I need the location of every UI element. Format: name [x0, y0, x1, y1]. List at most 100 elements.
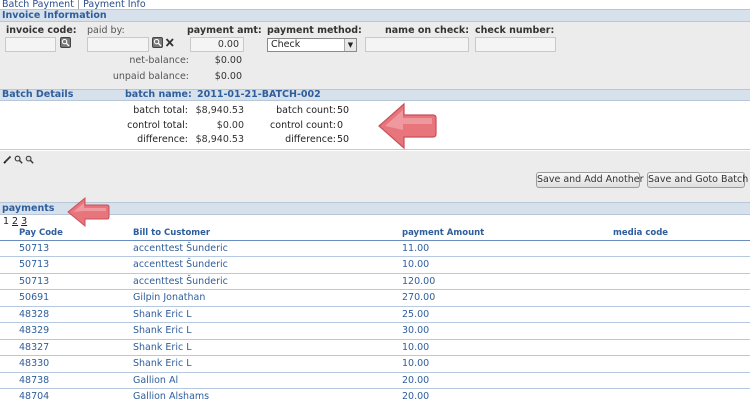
table-row[interactable]: 48330 Shank Eric L 10.00 — [0, 355, 750, 373]
customer-cell: Gilpin Jonathan — [133, 289, 402, 307]
col-payment-amount[interactable]: payment Amount — [402, 227, 613, 241]
count-difference-value: 50 — [337, 134, 350, 145]
amount-cell: 270.00 — [402, 289, 613, 307]
control-total-label: control total: — [127, 120, 188, 131]
save-and-goto-batch-button[interactable]: Save and Goto Batch — [647, 172, 748, 188]
annotation-arrow-icon — [378, 102, 437, 150]
net-balance-value: $0.00 — [214, 55, 242, 66]
table-row[interactable]: 48329 Shank Eric L 30.00 — [0, 322, 750, 340]
dropdown-arrow-icon[interactable]: ▼ — [344, 39, 356, 51]
clear-icon[interactable] — [165, 37, 175, 48]
control-count-value: 0 — [337, 120, 344, 131]
batch-panel: batch total: $8,940.53 batch count: 50 c… — [0, 101, 750, 150]
batch-details-header: Batch Details batch name: 2011-01-21-BAT… — [0, 89, 750, 101]
table-row[interactable]: 50713 accenttest Šunderic 10.00 — [0, 256, 750, 274]
media-cell — [613, 322, 750, 340]
edit-pencil-icon[interactable] — [3, 155, 12, 164]
batch-details-title: Batch Details — [2, 89, 74, 100]
media-cell — [613, 240, 750, 257]
table-header-row: Pay Code Bill to Customer payment Amount… — [0, 227, 750, 241]
unpaid-balance-label: unpaid balance: — [112, 71, 189, 82]
batch-count-label: batch count: — [276, 105, 336, 116]
payment-amt-label: payment amt: — [187, 25, 262, 36]
invoice-code-input[interactable] — [5, 37, 56, 52]
col-pay-code[interactable]: Pay Code — [0, 227, 133, 241]
batch-name-value: 2011-01-21-BATCH-002 — [197, 89, 321, 100]
page-1: 1 — [3, 216, 10, 227]
col-media-code[interactable]: media code — [613, 227, 750, 241]
check-number-label: check number: — [475, 25, 555, 36]
pay-code-cell: 48704 — [0, 388, 133, 402]
table-row[interactable]: 48738 Gallion Al 20.00 — [0, 372, 750, 389]
media-cell — [613, 355, 750, 373]
customer-cell: Shank Eric L — [133, 355, 402, 373]
payment-amt-input[interactable]: 0.00 — [190, 37, 244, 52]
check-number-input[interactable] — [475, 37, 556, 52]
table-row[interactable]: 50713 accenttest Šunderic 11.00 — [0, 240, 750, 257]
amount-cell: 10.00 — [402, 355, 613, 373]
save-and-add-another-button[interactable]: Save and Add Another — [536, 172, 643, 188]
batch-total-label: batch total: — [133, 105, 188, 116]
batch-total-value: $8,940.53 — [195, 105, 244, 116]
pay-code-cell: 48328 — [0, 306, 133, 323]
net-balance-label: net-balance: — [129, 55, 189, 66]
page-2-link[interactable]: 2 — [12, 216, 18, 227]
pay-code-cell: 48327 — [0, 339, 133, 356]
pay-code-cell: 48329 — [0, 322, 133, 340]
amount-cell: 20.00 — [402, 372, 613, 389]
media-cell — [613, 289, 750, 307]
pagination: 123 — [3, 216, 30, 227]
batch-name-label: batch name: — [125, 89, 192, 100]
payments-header: payments — [0, 202, 750, 215]
pay-code-cell: 50713 — [0, 240, 133, 257]
customer-cell: accenttest Šunderic — [133, 256, 402, 274]
amount-cell: 120.00 — [402, 273, 613, 290]
search-icon[interactable] — [14, 155, 23, 164]
payment-method-label: payment method: — [267, 25, 362, 36]
annotation-arrow-small-icon — [67, 196, 110, 228]
table-row[interactable]: 50691 Gilpin Jonathan 270.00 — [0, 289, 750, 307]
batch-tools-panel: Save and Add Another Save and Goto Batch — [0, 151, 750, 202]
table-row[interactable]: 48327 Shank Eric L 10.00 — [0, 339, 750, 356]
batch-count-value: 50 — [337, 105, 350, 116]
name-on-check-input[interactable] — [365, 37, 469, 52]
amount-cell: 20.00 — [402, 388, 613, 402]
media-cell — [613, 306, 750, 323]
table-row[interactable]: 48328 Shank Eric L 25.00 — [0, 306, 750, 323]
customer-cell: Shank Eric L — [133, 306, 402, 323]
control-total-value: $0.00 — [216, 120, 244, 131]
invoice-panel: invoice code: paid by: payment amt: paym… — [0, 22, 750, 89]
payments-table: Pay Code Bill to Customer payment Amount… — [0, 227, 750, 402]
amount-cell: 30.00 — [402, 322, 613, 340]
zoom-icon[interactable] — [25, 155, 34, 164]
amount-cell: 10.00 — [402, 256, 613, 274]
customer-cell: Gallion Alshams — [133, 388, 402, 402]
invoice-search-icon[interactable] — [60, 37, 71, 48]
paid-by-search-icon[interactable] — [152, 37, 163, 48]
page-3-link[interactable]: 3 — [21, 216, 27, 227]
difference-value: $8,940.53 — [195, 134, 244, 145]
paid-by-label: paid by: — [87, 25, 125, 36]
pay-code-cell: 50713 — [0, 273, 133, 290]
count-difference-label: difference: — [285, 134, 336, 145]
amount-cell: 11.00 — [402, 240, 613, 257]
amount-cell: 10.00 — [402, 339, 613, 356]
pay-code-cell: 50713 — [0, 256, 133, 274]
table-row[interactable]: 48704 Gallion Alshams 20.00 — [0, 388, 750, 402]
col-bill-to-customer[interactable]: Bill to Customer — [133, 227, 402, 241]
payment-method-value: Check — [271, 39, 301, 50]
customer-cell: Shank Eric L — [133, 339, 402, 356]
paid-by-input[interactable] — [87, 37, 149, 52]
payment-method-select[interactable]: Check ▼ — [267, 38, 357, 52]
pay-code-cell: 48330 — [0, 355, 133, 373]
customer-cell: accenttest Šunderic — [133, 240, 402, 257]
media-cell — [613, 256, 750, 274]
table-row[interactable]: 50713 accenttest Šunderic 120.00 — [0, 273, 750, 290]
difference-label: difference: — [137, 134, 188, 145]
customer-cell: Gallion Al — [133, 372, 402, 389]
amount-cell: 25.00 — [402, 306, 613, 323]
customer-cell: Shank Eric L — [133, 322, 402, 340]
pay-code-cell: 50691 — [0, 289, 133, 307]
control-count-label: control count: — [270, 120, 336, 131]
unpaid-balance-value: $0.00 — [214, 71, 242, 82]
